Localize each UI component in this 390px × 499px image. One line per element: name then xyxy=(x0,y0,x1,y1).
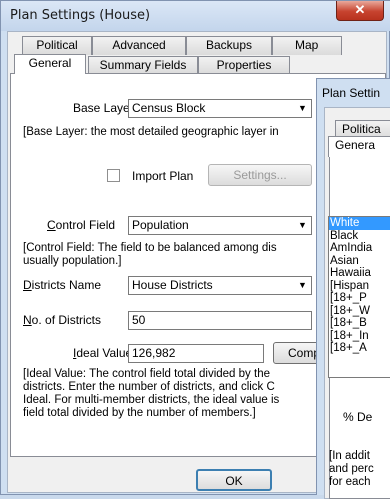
num-districts-label: No. of Districts xyxy=(23,313,102,327)
list-item[interactable]: [18+_P xyxy=(329,292,390,305)
tab-summary-fields[interactable]: Summary Fields xyxy=(88,56,198,74)
num-districts-input[interactable]: 50 xyxy=(128,311,312,330)
chevron-down-icon: ▼ xyxy=(298,103,307,113)
ideal-note-line-3: Ideal. For multi-member districts, the i… xyxy=(23,394,280,406)
ideal-note-line-2: districts. Enter the number of districts… xyxy=(23,381,275,393)
import-plan-label: Import Plan xyxy=(132,169,194,183)
tab-properties[interactable]: Properties xyxy=(198,56,290,74)
list-item[interactable]: AmIndia xyxy=(329,242,390,255)
tab-advanced[interactable]: Advanced xyxy=(92,36,186,55)
ideal-note-line-1: [Ideal Value: The control field total di… xyxy=(23,368,270,380)
import-plan-checkbox[interactable] xyxy=(107,169,120,182)
control-field-note-line-1: [Control Field: The field to be balanced… xyxy=(23,242,277,254)
base-layer-value: Census Block xyxy=(132,101,206,115)
settings-button[interactable]: Settings... xyxy=(208,164,312,186)
base-layer-label: Base Layer xyxy=(73,101,134,115)
list-item[interactable]: Hawaiia xyxy=(329,267,390,280)
second-window-title: Plan Settin xyxy=(322,86,381,100)
ideal-value-label: Ideal Value xyxy=(73,346,133,360)
second-window-client-area: Politica Genera White Black AmIndia Asia… xyxy=(324,107,390,499)
list-item[interactable]: [18+_In xyxy=(329,330,390,343)
list-item[interactable]: Black xyxy=(329,230,390,243)
tab-general[interactable]: Genera xyxy=(328,136,390,157)
control-field-label: Control Field xyxy=(47,218,116,232)
list-item[interactable]: [18+_B xyxy=(329,317,390,330)
base-layer-note: [Base Layer: the most detailed geographi… xyxy=(23,126,279,138)
control-field-select[interactable]: Population ▼ xyxy=(128,216,312,235)
list-item[interactable]: [18+_W xyxy=(329,305,390,318)
ok-button[interactable]: OK xyxy=(196,469,272,491)
close-button[interactable]: ✕ xyxy=(336,1,384,21)
districts-name-select[interactable]: House Districts ▼ xyxy=(128,276,312,295)
second-plan-settings-window: Plan Settin Politica Genera White Black … xyxy=(316,78,390,499)
base-layer-select[interactable]: Census Block ▼ xyxy=(128,99,312,118)
fields-listbox[interactable]: White Black AmIndia Asian Hawaiia [Hispa… xyxy=(328,216,390,378)
second-note-line-3: for each xyxy=(329,476,371,488)
tab-map[interactable]: Map xyxy=(272,36,342,55)
control-field-note-line-2: usually population.] xyxy=(23,255,122,267)
percent-deviation-label: % De xyxy=(343,410,373,424)
districts-name-label: Districts Name xyxy=(23,278,102,292)
list-item[interactable]: Asian xyxy=(329,255,390,268)
list-item[interactable]: White xyxy=(329,217,390,230)
window-title: Plan Settings (House) xyxy=(10,8,151,23)
second-note-line-1: [In addit xyxy=(329,450,370,462)
ideal-value-input[interactable]: 126,982 xyxy=(128,344,264,363)
tab-general[interactable]: General xyxy=(14,54,86,74)
tab-backups[interactable]: Backups xyxy=(186,36,272,55)
chevron-down-icon: ▼ xyxy=(298,220,307,230)
list-item[interactable]: [Hispan xyxy=(329,280,390,293)
chevron-down-icon: ▼ xyxy=(298,280,307,290)
close-icon: ✕ xyxy=(354,2,366,17)
control-field-value: Population xyxy=(132,218,189,232)
tab-political[interactable]: Political xyxy=(22,36,92,55)
ideal-note-line-4: field total divided by the number of mem… xyxy=(23,407,256,419)
title-bar[interactable]: Plan Settings (House) ✕ xyxy=(1,1,390,31)
districts-name-value: House Districts xyxy=(132,278,213,292)
list-item[interactable]: [18+_A xyxy=(329,342,390,355)
second-note-line-2: and perc xyxy=(329,463,374,475)
